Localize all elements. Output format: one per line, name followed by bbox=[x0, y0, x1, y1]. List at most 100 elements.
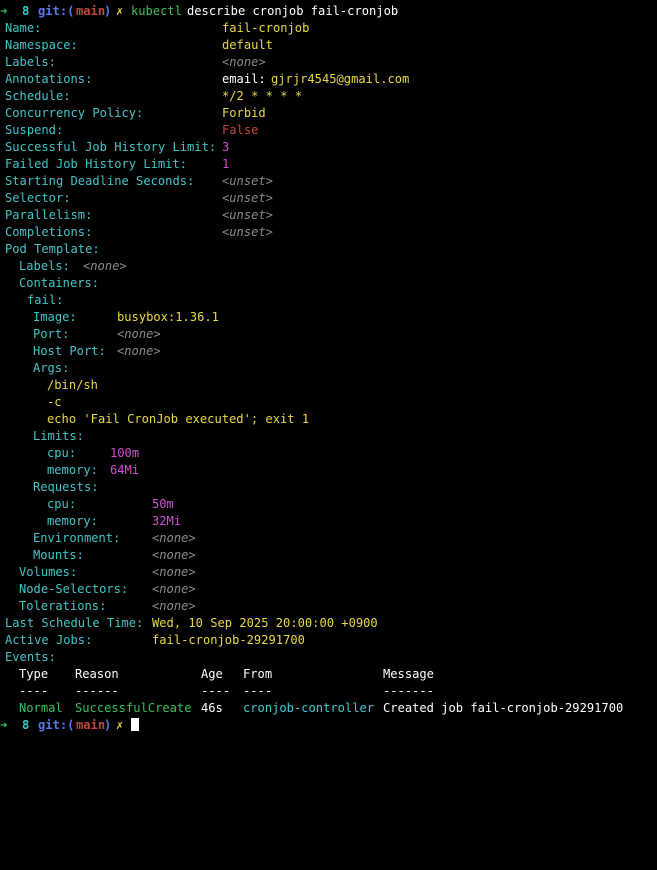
field-label: Volumes: bbox=[19, 565, 78, 579]
field-value: <none> bbox=[222, 55, 266, 69]
column-header-reason: Reason bbox=[75, 667, 119, 681]
container-args-heading: Args: bbox=[0, 360, 657, 377]
container-environment: Environment: <none> bbox=[0, 530, 657, 547]
field-label: Concurrency Policy: bbox=[5, 106, 144, 120]
field-label: Name: bbox=[5, 21, 42, 35]
field-label: Port: bbox=[33, 327, 70, 341]
events-heading: Events: bbox=[0, 649, 657, 666]
field-value: busybox:1.36.1 bbox=[117, 310, 219, 324]
field-label: Labels: bbox=[5, 55, 56, 69]
command-args: describe cronjob fail-cronjob bbox=[187, 4, 399, 18]
field-value: 32Mi bbox=[152, 514, 182, 528]
git-prefix: git:( bbox=[38, 4, 75, 18]
field-value: <none> bbox=[152, 599, 196, 613]
field-label: Completions: bbox=[5, 225, 93, 239]
field-label: Environment: bbox=[33, 531, 121, 545]
git-prefix: git:( bbox=[38, 718, 75, 732]
section-label: Events: bbox=[5, 650, 56, 664]
container-name: fail: bbox=[0, 292, 657, 309]
field-label: Failed Job History Limit: bbox=[5, 157, 188, 171]
field-label: Tolerations: bbox=[19, 599, 107, 613]
dirty-icon: ✗ bbox=[116, 4, 124, 18]
field-value: <none> bbox=[152, 531, 196, 545]
next-prompt-line[interactable]: ➜ 8 git:( main ) ✗ bbox=[0, 717, 657, 734]
prompt-arrow-icon: ➜ bbox=[0, 718, 8, 732]
field-label: Parallelism: bbox=[5, 208, 93, 222]
annotation-value: gjrjr4545@gmail.com bbox=[271, 72, 410, 86]
event-reason: SuccessfulCreate bbox=[75, 701, 192, 715]
field-label: cpu: bbox=[47, 497, 77, 511]
pod-template-heading: Pod Template: bbox=[0, 241, 657, 258]
field-label: Suspend: bbox=[5, 123, 64, 137]
git-branch: main bbox=[76, 4, 106, 18]
field-failed-limit: Failed Job History Limit: 1 bbox=[0, 156, 657, 173]
git-suffix: ) bbox=[104, 4, 112, 18]
text-cursor[interactable] bbox=[131, 717, 139, 734]
field-value: fail-cronjob-29291700 bbox=[152, 633, 305, 647]
field-labels: Labels: <none> bbox=[0, 54, 657, 71]
container-mounts: Mounts: <none> bbox=[0, 547, 657, 564]
field-value: <none> bbox=[117, 327, 161, 341]
field-value: <unset> bbox=[222, 191, 273, 205]
command-name: kubectl bbox=[131, 4, 182, 18]
field-success-limit: Successful Job History Limit: 3 bbox=[0, 139, 657, 156]
container-arg: echo 'Fail CronJob executed'; exit 1 bbox=[0, 411, 657, 428]
terminal-window[interactable]: ➜ 8 git:( main ) ✗ kubectl describe cron… bbox=[0, 0, 657, 732]
field-label: Image: bbox=[33, 310, 77, 324]
dirty-icon: ✗ bbox=[116, 718, 124, 732]
field-concurrency: Concurrency Policy: Forbid bbox=[0, 105, 657, 122]
prompt-count: 8 bbox=[22, 718, 30, 732]
field-label: Starting Deadline Seconds: bbox=[5, 174, 195, 188]
field-label: Successful Job History Limit: bbox=[5, 140, 217, 154]
arg-value: -c bbox=[47, 395, 62, 409]
event-type: Normal bbox=[19, 701, 63, 715]
field-value: 3 bbox=[222, 140, 230, 154]
field-value: <unset> bbox=[222, 208, 273, 222]
requests-heading: Requests: bbox=[0, 479, 657, 496]
field-suspend: Suspend: False bbox=[0, 122, 657, 139]
limits-heading: Limits: bbox=[0, 428, 657, 445]
last-schedule-time: Last Schedule Time: Wed, 10 Sep 2025 20:… bbox=[0, 615, 657, 632]
active-jobs: Active Jobs: fail-cronjob-29291700 bbox=[0, 632, 657, 649]
field-label: Args: bbox=[33, 361, 70, 375]
events-separator-row: ---- ------ ---- ---- ------- bbox=[0, 683, 657, 700]
field-label: memory: bbox=[47, 463, 98, 477]
field-value: 50m bbox=[152, 497, 174, 511]
pod-tolerations: Tolerations: <none> bbox=[0, 598, 657, 615]
field-value: <unset> bbox=[222, 225, 273, 239]
field-label: Schedule: bbox=[5, 89, 71, 103]
field-label: cpu: bbox=[47, 446, 77, 460]
container-port: Port: <none> bbox=[0, 326, 657, 343]
field-label: memory: bbox=[47, 514, 98, 528]
limits-cpu: cpu: 100m bbox=[0, 445, 657, 462]
git-branch: main bbox=[76, 718, 106, 732]
field-value: Forbid bbox=[222, 106, 266, 120]
field-label: Labels: bbox=[19, 259, 70, 273]
field-value: <none> bbox=[117, 344, 161, 358]
event-message: Created job fail-cronjob-29291700 bbox=[383, 701, 624, 715]
field-value: False bbox=[222, 123, 259, 137]
separator: ---- bbox=[19, 684, 49, 698]
column-header-type: Type bbox=[19, 667, 49, 681]
field-label: Requests: bbox=[33, 480, 99, 494]
prompt-arrow-icon: ➜ bbox=[0, 4, 8, 18]
field-value: 64Mi bbox=[110, 463, 140, 477]
field-value: */2 * * * * bbox=[222, 89, 303, 103]
arg-value: /bin/sh bbox=[47, 378, 98, 392]
field-value: fail-cronjob bbox=[222, 21, 310, 35]
field-value: <none> bbox=[83, 259, 127, 273]
container-image: Image: busybox:1.36.1 bbox=[0, 309, 657, 326]
field-value: <unset> bbox=[222, 174, 273, 188]
git-suffix: ) bbox=[104, 718, 112, 732]
field-value: <none> bbox=[152, 565, 196, 579]
field-value: default bbox=[222, 38, 273, 52]
events-header-row: Type Reason Age From Message bbox=[0, 666, 657, 683]
field-value: <none> bbox=[152, 548, 196, 562]
limits-memory: memory: 64Mi bbox=[0, 462, 657, 479]
container-host-port: Host Port: <none> bbox=[0, 343, 657, 360]
pod-node-selectors: Node-Selectors: <none> bbox=[0, 581, 657, 598]
field-name: Name: fail-cronjob bbox=[0, 20, 657, 37]
field-namespace: Namespace: default bbox=[0, 37, 657, 54]
separator: ---- bbox=[243, 684, 273, 698]
field-value: 100m bbox=[110, 446, 140, 460]
